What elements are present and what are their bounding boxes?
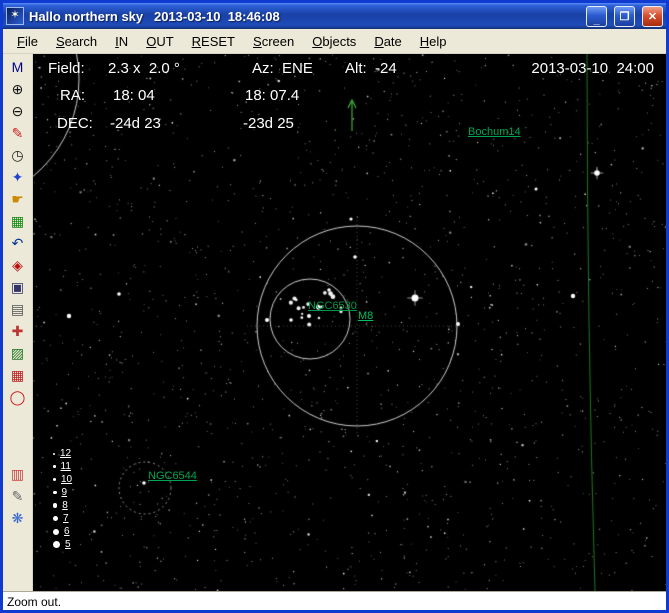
pencil-icon[interactable]: ✎ <box>6 122 30 144</box>
magnitude-dot <box>53 503 58 508</box>
calc-icon[interactable]: ▦ <box>6 364 30 386</box>
legend-row: 8 <box>53 500 72 511</box>
magnitude-number: 12 <box>60 448 72 459</box>
status-bar: Zoom out. <box>3 591 666 610</box>
menu-item-file[interactable]: File <box>9 31 46 52</box>
legend-row: 9 <box>53 487 72 498</box>
menu-item-out[interactable]: OUT <box>138 31 181 52</box>
legend-row: 5 <box>53 539 72 550</box>
magnitude-dot <box>53 452 55 455</box>
close-button[interactable]: ✕ <box>642 5 663 27</box>
maximize-button[interactable]: ❐ <box>614 5 635 27</box>
minimize-button[interactable]: _ <box>586 5 607 27</box>
magnitude-legend: 12 11 10 9 8 7 6 5 <box>53 448 72 550</box>
save-icon[interactable]: ▣ <box>6 276 30 298</box>
undo-icon[interactable]: ↶ <box>6 232 30 254</box>
sky-area[interactable]: Field: 2.3 x 2.0 ° Az: ENE Alt: -24 2013… <box>33 54 666 591</box>
menu-item-search[interactable]: Search <box>48 31 105 52</box>
title-bar[interactable]: ✶ Hallo northern sky 2013-03-10 18:46:08… <box>3 3 666 29</box>
magnitude-dot <box>53 541 60 548</box>
sky-canvas[interactable] <box>33 54 666 591</box>
mount-icon[interactable]: M <box>6 56 30 78</box>
sky-object-label-ngc6530[interactable]: NGC6530 <box>308 300 357 312</box>
sky-object-label-m8[interactable]: M8 <box>358 310 373 322</box>
magnitude-number: 7 <box>63 513 69 524</box>
flower-icon[interactable]: ❋ <box>6 507 30 529</box>
menu-item-in[interactable]: IN <box>107 31 136 52</box>
window-title: Hallo northern sky 2013-03-10 18:46:08 <box>29 8 280 24</box>
magnitude-number: 9 <box>61 487 68 498</box>
menu-bar: File Search IN OUT RESET Screen Objects Date Hel… <box>3 29 666 54</box>
zoom-out-icon[interactable]: ⊖ <box>6 100 30 122</box>
clock-icon[interactable]: ◷ <box>6 144 30 166</box>
pen-icon[interactable]: ✎ <box>6 485 30 507</box>
magnitude-number: 6 <box>64 526 70 537</box>
ring-icon[interactable]: ◯ <box>6 386 30 408</box>
legend-row: 10 <box>53 474 72 485</box>
print-icon[interactable]: ▤ <box>6 298 30 320</box>
magnitude-dot <box>53 478 56 481</box>
magnitude-number: 10 <box>61 474 73 485</box>
menu-item-reset[interactable]: RESET <box>184 31 243 52</box>
magnitude-dot <box>53 490 57 495</box>
toolbar-lower-group: ▥ ✎ ❋ <box>6 463 30 529</box>
menu-item-objects[interactable]: Objects <box>304 31 364 52</box>
magnitude-dot <box>53 516 58 521</box>
legend-row: 11 <box>53 461 72 472</box>
legend-row: 12 <box>53 448 72 459</box>
menu-item-help[interactable]: Help <box>412 31 455 52</box>
close-glyph: ✕ <box>647 10 658 23</box>
app-window: ✶ Hallo northern sky 2013-03-10 18:46:08… <box>0 0 669 613</box>
minimize-glyph: _ <box>593 14 600 26</box>
maximize-glyph: ❐ <box>619 10 630 23</box>
status-text: Zoom out. <box>7 595 62 609</box>
east-cardinal-label: E <box>52 306 61 321</box>
image-icon[interactable]: ▨ <box>6 342 30 364</box>
grid-icon[interactable]: ▦ <box>6 210 30 232</box>
book-icon[interactable]: ◈ <box>6 254 30 276</box>
zoom-in-icon[interactable]: ⊕ <box>6 78 30 100</box>
menu-item-date[interactable]: Date <box>366 31 409 52</box>
tools-icon[interactable]: ✚ <box>6 320 30 342</box>
hand-icon[interactable]: ☛ <box>6 188 30 210</box>
magnitude-dot <box>53 528 59 535</box>
legend-row: 7 <box>53 513 72 524</box>
magnitude-dot <box>53 465 56 468</box>
app-icon: ✶ <box>6 7 24 25</box>
toolbar: M ⊕ ⊖ ✎ ◷ ✦ ☛ ▦ ↶ ◈ ▣ ▤ ✚ ▨ ▦ ◯ ▥ ✎ ❋ <box>3 54 33 591</box>
magnitude-number: 5 <box>65 539 71 550</box>
legend-row: 6 <box>53 526 72 537</box>
sky-object-label-bochum14[interactable]: Bochum14 <box>468 126 521 138</box>
west-cardinal-label: W <box>643 312 656 327</box>
red-grid-icon[interactable]: ▥ <box>6 463 30 485</box>
magnitude-number: 11 <box>60 461 71 472</box>
figure-icon[interactable]: ✦ <box>6 166 30 188</box>
sky-object-label-ngc6544[interactable]: NGC6544 <box>148 470 197 482</box>
menu-item-screen[interactable]: Screen <box>245 31 302 52</box>
magnitude-number: 8 <box>62 500 68 511</box>
toolbar-main-group: M ⊕ ⊖ ✎ ◷ ✦ ☛ ▦ ↶ ◈ ▣ ▤ ✚ ▨ ▦ ◯ <box>6 56 30 408</box>
